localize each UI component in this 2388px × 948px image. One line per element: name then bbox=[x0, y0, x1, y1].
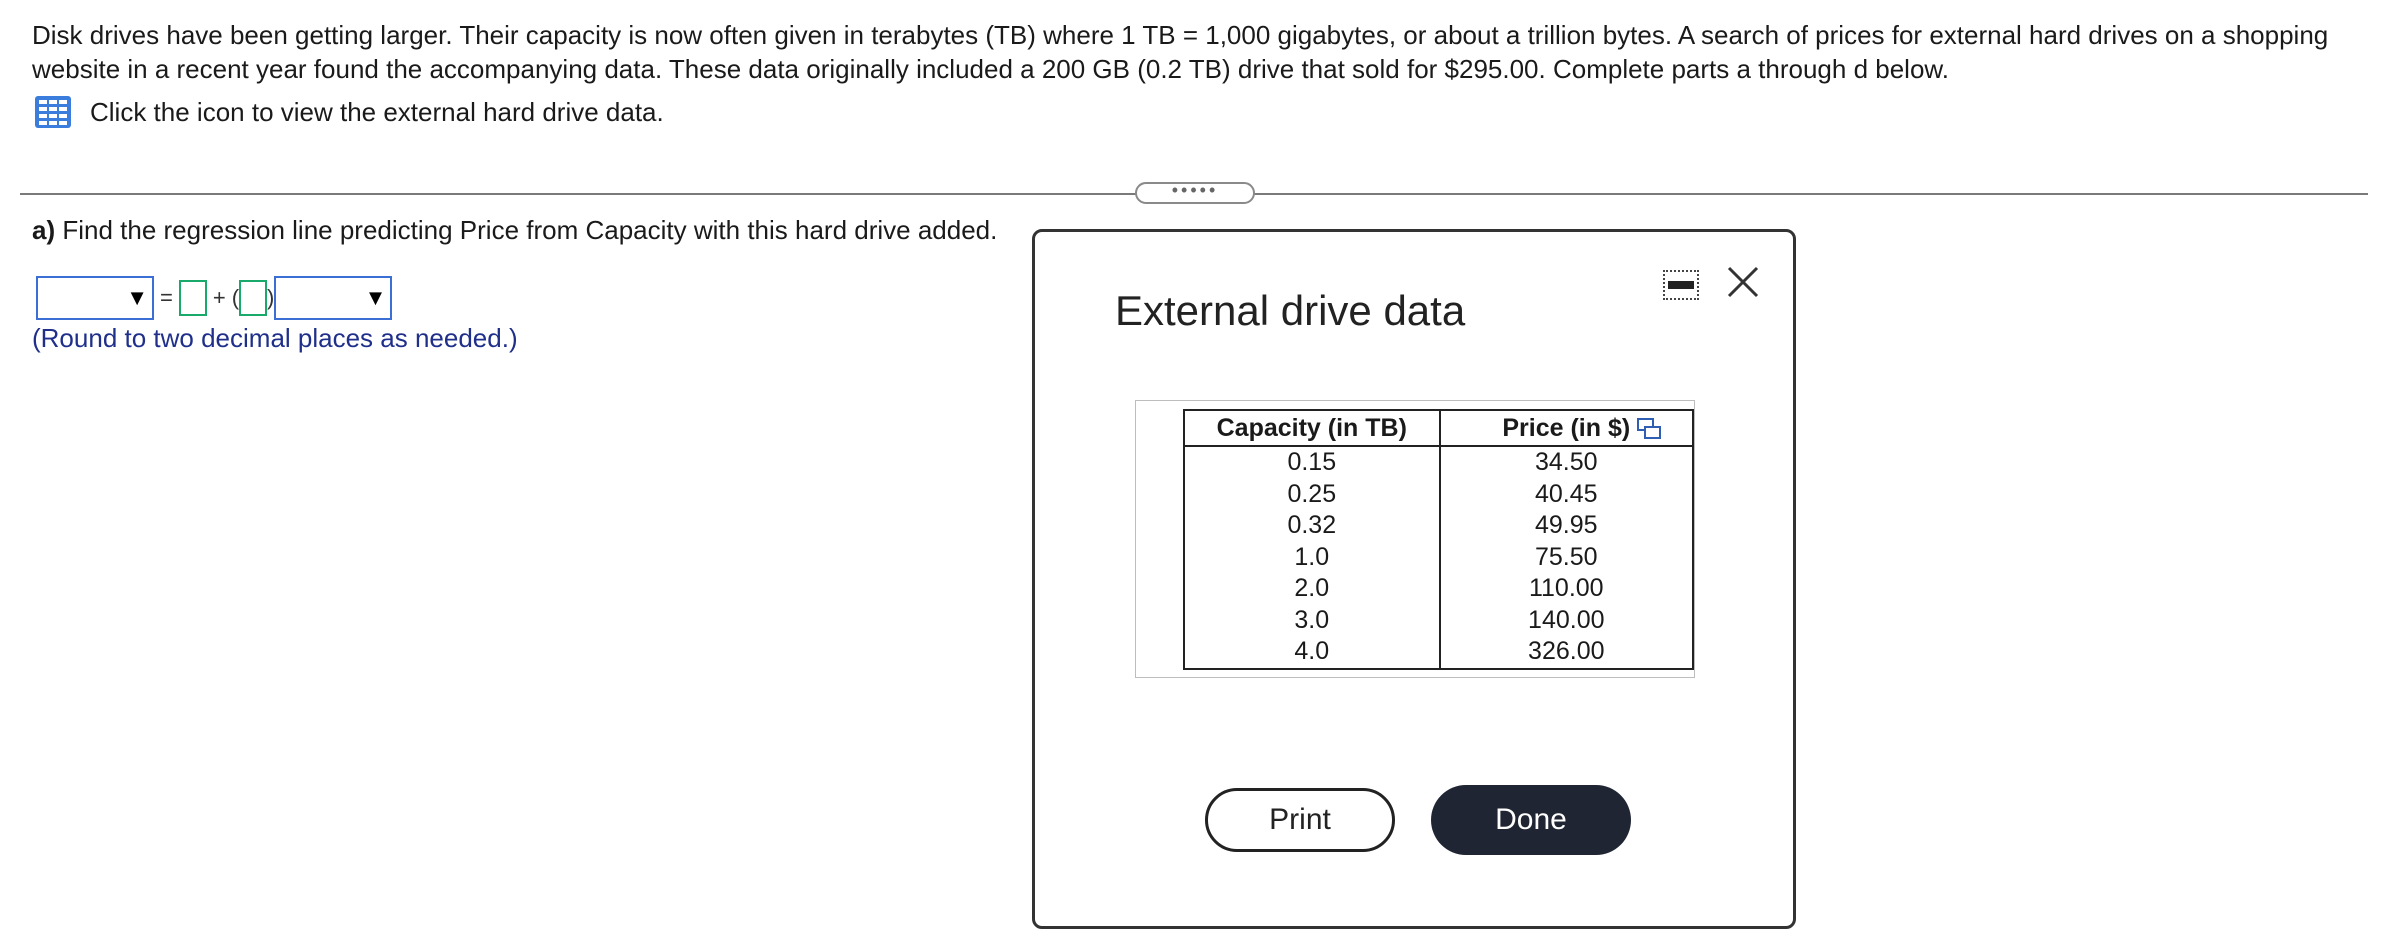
rounding-note: (Round to two decimal places as needed.) bbox=[32, 323, 518, 353]
price-cell: 49.95 bbox=[1438, 510, 1695, 542]
capacity-cell: 3.0 bbox=[1183, 604, 1441, 636]
regression-equation-row: ▼ = + ( ) ▼ bbox=[36, 273, 393, 323]
slope-input[interactable] bbox=[239, 280, 268, 316]
table-row: 4.0 326.00 bbox=[1183, 636, 1695, 670]
close-icon[interactable] bbox=[1725, 262, 1761, 302]
dropdown-arrow-icon[interactable]: ▼ bbox=[126, 285, 148, 311]
view-data-label[interactable]: Click the icon to view the external hard… bbox=[90, 97, 664, 128]
table-header-row: Capacity (in TB) Price (in $) bbox=[1183, 409, 1695, 447]
view-data-link[interactable]: Click the icon to view the external hard… bbox=[34, 95, 664, 129]
close-paren: ) bbox=[267, 285, 275, 310]
plus-sign: + bbox=[212, 285, 226, 310]
dropdown-arrow-icon[interactable]: ▼ bbox=[365, 285, 387, 311]
dialog-title: External drive data bbox=[1115, 287, 1466, 334]
price-cell: 140.00 bbox=[1438, 604, 1695, 636]
predictor-variable-dropdown[interactable]: ▼ bbox=[274, 276, 393, 320]
price-cell: 34.50 bbox=[1438, 446, 1695, 479]
problem-intro: Disk drives have been getting larger. Th… bbox=[32, 20, 2329, 84]
part-a-text: Find the regression line predicting Pric… bbox=[62, 215, 998, 245]
print-button[interactable]: Print bbox=[1205, 788, 1395, 852]
data-table-frame: Capacity (in TB) Price (in $) 0.15 34.50… bbox=[1135, 400, 1695, 678]
part-a-label: a) bbox=[32, 215, 56, 245]
table-row: 0.15 34.50 bbox=[1183, 446, 1695, 479]
table-row: 1.0 75.50 bbox=[1183, 541, 1695, 573]
table-row: 0.25 40.45 bbox=[1183, 478, 1695, 510]
table-row: 2.0 110.00 bbox=[1183, 573, 1695, 605]
minimize-icon[interactable] bbox=[1663, 270, 1699, 300]
part-a-question: a) Find the regression line predicting P… bbox=[32, 213, 997, 247]
open-paren: ( bbox=[231, 285, 240, 310]
table-row: 3.0 140.00 bbox=[1183, 604, 1695, 636]
table-row: 0.32 49.95 bbox=[1183, 510, 1695, 542]
capacity-header: Capacity (in TB) bbox=[1183, 409, 1441, 447]
external-drive-data-dialog: External drive data Capacity (in TB) Pri… bbox=[1032, 229, 1796, 929]
capacity-cell: 0.32 bbox=[1183, 510, 1441, 542]
capacity-cell: 0.15 bbox=[1183, 446, 1441, 479]
capacity-cell: 1.0 bbox=[1183, 541, 1441, 573]
price-cell: 326.00 bbox=[1438, 636, 1695, 670]
price-cell: 110.00 bbox=[1438, 573, 1695, 605]
copy-icon[interactable] bbox=[1636, 417, 1662, 441]
equals-sign: = bbox=[160, 285, 173, 310]
table-grid-icon[interactable] bbox=[34, 95, 72, 129]
price-cell: 40.45 bbox=[1438, 478, 1695, 510]
done-button[interactable]: Done bbox=[1431, 785, 1631, 855]
divider-drag-handle[interactable]: ••••• bbox=[1135, 180, 1255, 204]
price-cell: 75.50 bbox=[1438, 541, 1695, 573]
capacity-cell: 4.0 bbox=[1183, 636, 1441, 670]
divider-handle-dots: ••••• bbox=[1171, 180, 1219, 200]
drive-data-table: Capacity (in TB) Price (in $) 0.15 34.50… bbox=[1183, 409, 1695, 670]
capacity-cell: 2.0 bbox=[1183, 573, 1441, 605]
capacity-cell: 0.25 bbox=[1183, 478, 1441, 510]
response-variable-dropdown[interactable]: ▼ bbox=[36, 276, 154, 320]
intercept-input[interactable] bbox=[178, 280, 207, 316]
